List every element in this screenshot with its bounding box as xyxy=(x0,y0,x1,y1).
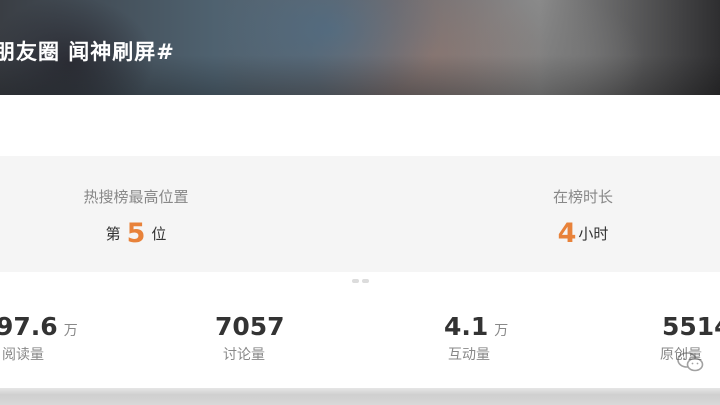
stat-value: 97.6 xyxy=(0,312,58,341)
read-count-stat: 97.6 万 阅读量 xyxy=(0,312,78,363)
stat-value: 4.1 xyxy=(444,312,489,341)
rank-panel: 热搜榜最高位置 第5位 在榜时长 4 小时 xyxy=(0,156,720,272)
stat-label: 阅读量 xyxy=(2,347,44,363)
highest-position-suffix: 位 xyxy=(151,225,167,243)
highest-position-label: 热搜榜最高位置 xyxy=(83,188,189,206)
highest-position-prefix: 第 xyxy=(105,225,121,243)
carousel-indicator[interactable] xyxy=(348,279,372,283)
bottom-divider xyxy=(0,388,720,405)
stat-value: 7057 xyxy=(215,312,285,341)
stat-unit: 万 xyxy=(63,323,78,339)
stat-label: 互动量 xyxy=(448,347,490,363)
stat-label: 讨论量 xyxy=(223,347,265,363)
interaction-count-stat: 4.1 万 互动量 xyxy=(444,312,509,363)
topic-title: 朋友圈 闻神刷屏# xyxy=(0,40,175,64)
duration-value: 4 小时 xyxy=(518,218,648,249)
duration-number: 4 xyxy=(557,218,577,249)
discussion-count-stat: 7057 讨论量 xyxy=(215,312,291,363)
duration-label: 在榜时长 xyxy=(552,188,613,206)
original-count-stat: 5514 原创量 xyxy=(660,312,720,363)
stat-value: 5514 xyxy=(662,312,720,341)
indicator-dot xyxy=(351,279,359,283)
topic-banner: 朋友圈 闻神刷屏# xyxy=(0,0,720,95)
stat-unit: 万 xyxy=(494,323,509,339)
duration-suffix: 小时 xyxy=(578,225,609,243)
indicator-dot xyxy=(361,279,369,283)
hot-search-card: 朋友圈 闻神刷屏# 热搜榜最高位置 第5位 在榜时长 4 小时 97.6 万 阅读量… xyxy=(0,0,720,405)
highest-position-number: 5 xyxy=(126,218,146,249)
highest-position-value: 第5位 xyxy=(56,218,216,249)
wechat-icon xyxy=(677,352,704,372)
